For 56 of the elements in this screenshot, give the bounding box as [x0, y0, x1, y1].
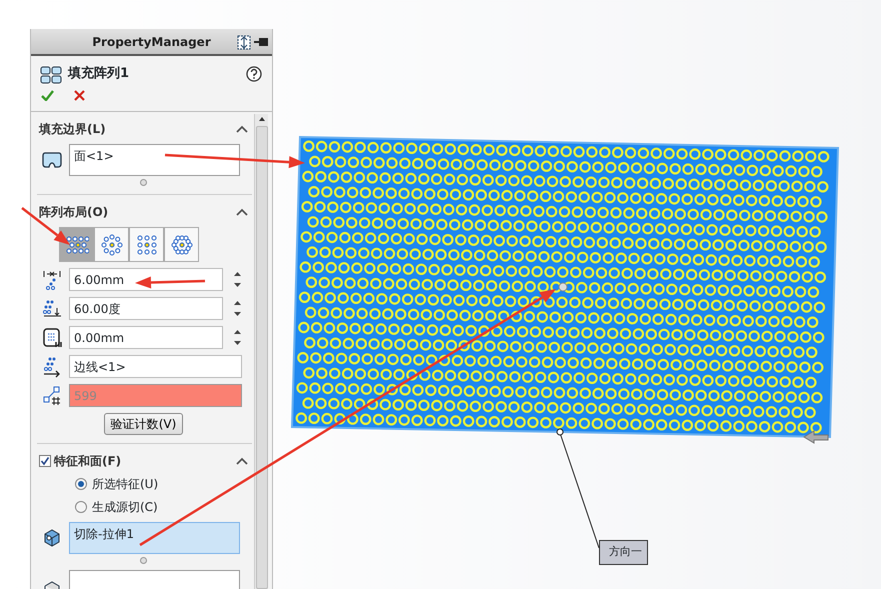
- checkbox[interactable]: [39, 455, 51, 467]
- resize-handle[interactable]: [140, 179, 147, 186]
- solid-body-icon: [42, 528, 62, 548]
- number-field[interactable]: 60.00度: [69, 297, 223, 320]
- pin-icon[interactable]: [254, 35, 268, 49]
- spin-down-icon[interactable]: [234, 283, 240, 287]
- origin-point-icon: [558, 282, 568, 292]
- scrollbar[interactable]: [254, 114, 268, 589]
- section-heading: 填充边界(L): [39, 121, 106, 138]
- spin-down-icon[interactable]: [234, 341, 240, 345]
- face-cube-icon: [42, 580, 62, 589]
- number-field[interactable]: 6.00mm: [69, 268, 223, 291]
- spin-up-icon[interactable]: [234, 330, 240, 334]
- square-layout-icon: [134, 234, 158, 256]
- layout-button[interactable]: [94, 227, 129, 262]
- spacing-icon: [42, 268, 62, 290]
- spin-down-icon[interactable]: [234, 312, 240, 316]
- radio-button[interactable]: [75, 478, 87, 490]
- circular-layout-icon: [100, 234, 124, 256]
- panel-title: PropertyManager: [92, 34, 211, 50]
- confirm-check-icon[interactable]: [41, 90, 54, 101]
- layout-button[interactable]: [129, 227, 164, 262]
- pattern-feature-icon: [40, 64, 62, 84]
- direction-arrow-icon: [803, 430, 828, 444]
- spin-up-icon[interactable]: [234, 301, 240, 305]
- anchor-point-icon: [556, 428, 564, 436]
- radio-label: 所选特征(U): [92, 476, 158, 493]
- callout-label: 方向一: [599, 540, 648, 565]
- radio-label: 生成源切(C): [92, 499, 158, 516]
- section-heading: 阵列布局(O): [39, 204, 108, 221]
- instance-count-icon: [42, 384, 62, 406]
- radio-button[interactable]: [75, 501, 87, 513]
- selection-field[interactable]: 边线<1>: [69, 355, 242, 378]
- feature-selection-list[interactable]: 切除-拉伸1: [69, 522, 240, 554]
- layout-button[interactable]: [164, 227, 199, 262]
- selection-list[interactable]: 面<1>: [69, 144, 240, 176]
- verify-count-button[interactable]: 验证计数(V): [104, 413, 184, 435]
- face-icon: [42, 151, 62, 169]
- resize-handle[interactable]: [140, 557, 147, 564]
- cancel-close-icon[interactable]: [74, 90, 85, 101]
- margin-icon: [42, 326, 62, 348]
- instance-count-field: 599: [69, 384, 242, 407]
- spin-up-icon[interactable]: [234, 272, 240, 276]
- expand-icon[interactable]: [237, 35, 251, 50]
- collapse-caret-icon[interactable]: [236, 457, 248, 465]
- number-field[interactable]: 0.00mm: [69, 326, 223, 349]
- stagger-angle-icon: [42, 298, 62, 320]
- collapse-caret-icon[interactable]: [236, 208, 248, 216]
- perforation-layout-icon: [64, 234, 88, 256]
- layout-button[interactable]: [59, 227, 94, 262]
- polygon-layout-icon: [170, 234, 194, 256]
- help-icon[interactable]: [246, 66, 262, 82]
- feature-name: 填充阵列1: [68, 64, 130, 84]
- collapse-caret-icon[interactable]: [236, 125, 248, 133]
- direction-icon: [42, 356, 62, 378]
- section-heading: 特征和面(F): [54, 453, 122, 470]
